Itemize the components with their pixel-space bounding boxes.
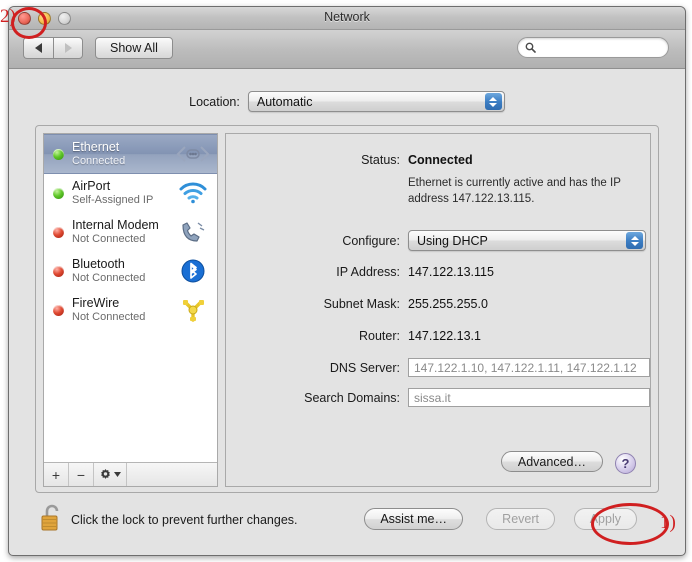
forward-button[interactable] [53, 37, 83, 59]
show-all-button[interactable]: Show All [95, 37, 173, 59]
service-name: Internal Modem [72, 218, 159, 233]
status-dot-red [53, 304, 64, 316]
bottom-bar: Click the lock to prevent further change… [9, 497, 685, 555]
preferences-toolbar: Show All [9, 30, 685, 69]
remove-service-label: − [76, 466, 86, 483]
search-icon [525, 42, 536, 53]
service-row-firewire[interactable]: FireWire Not Connected [44, 291, 217, 330]
status-row: Status: Connected [226, 153, 650, 167]
location-selected-value: Automatic [256, 94, 313, 109]
ip-address-value: 147.122.13.115 [408, 265, 494, 279]
service-detail-panel: Status: Connected Ethernet is currently … [225, 133, 651, 487]
service-state: Not Connected [72, 310, 146, 323]
configure-row: Configure: Using DHCP [226, 230, 650, 251]
assist-me-button[interactable]: Assist me… [364, 508, 463, 530]
service-state: Connected [72, 154, 126, 167]
show-all-label: Show All [110, 41, 158, 55]
lock-hint-text: Click the lock to prevent further change… [71, 513, 298, 527]
router-label: Router: [359, 329, 400, 343]
help-label: ? [621, 456, 630, 471]
status-description: Ethernet is currently active and has the… [408, 177, 621, 205]
configure-stepper-icon [626, 232, 643, 249]
unlocked-padlock-icon[interactable] [39, 503, 65, 538]
advanced-button[interactable]: Advanced… [500, 451, 603, 472]
ip-address-label: IP Address: [336, 265, 400, 279]
service-row-airport[interactable]: AirPort Self-Assigned IP [44, 174, 217, 213]
navigation-buttons [23, 37, 83, 59]
ethernet-icon [175, 144, 211, 164]
dns-server-label: DNS Server: [329, 360, 400, 375]
status-dot-green [53, 148, 64, 160]
modem-icon [175, 220, 211, 244]
location-popup-button[interactable]: Automatic [247, 91, 505, 112]
forward-arrow-icon [64, 43, 72, 53]
location-label: Location: [189, 94, 240, 109]
revert-button[interactable]: Revert [486, 508, 555, 530]
service-row-internal-modem[interactable]: Internal Modem Not Connected [44, 213, 217, 252]
service-name: AirPort [72, 179, 111, 194]
service-row-ethernet[interactable]: Ethernet Connected [44, 134, 217, 174]
add-service-label: + [51, 466, 61, 483]
action-menu-button[interactable] [94, 463, 127, 486]
sidebar-toolbar: + − [44, 462, 217, 486]
search-domains-label: Search Domains: [304, 390, 400, 405]
status-label: Status: [361, 153, 400, 167]
bluetooth-icon [175, 259, 211, 283]
search-domains-input[interactable]: sissa.it [408, 388, 650, 407]
apply-label: Apply [589, 512, 621, 526]
ip-address-row: IP Address: 147.122.13.115 [226, 265, 650, 279]
gear-icon [101, 468, 110, 479]
location-stepper-icon [484, 93, 502, 110]
assist-me-label: Assist me… [380, 512, 447, 526]
dns-server-value: 147.122.1.10, 147.122.1.11, 147.122.1.12 [414, 360, 637, 375]
status-value: Connected [408, 153, 473, 167]
service-state: Not Connected [72, 271, 146, 284]
status-dot-green [53, 187, 64, 199]
search-domains-value: sissa.it [414, 390, 451, 405]
service-name: Bluetooth [72, 257, 125, 272]
subnet-mask-row: Subnet Mask: 255.255.255.0 [226, 297, 650, 311]
add-service-button[interactable]: + [44, 463, 69, 486]
service-state: Self-Assigned IP [72, 193, 154, 206]
sidebar-toolbar-filler [127, 463, 217, 486]
window-titlebar: Network [9, 7, 685, 30]
remove-service-button[interactable]: − [69, 463, 94, 486]
search-input[interactable] [517, 37, 669, 58]
annotation-label-close: 2) [0, 6, 16, 27]
revert-label: Revert [502, 512, 539, 526]
chevron-down-icon [114, 472, 121, 477]
subnet-mask-value: 255.255.255.0 [408, 297, 488, 311]
status-dot-red [53, 265, 64, 277]
advanced-label: Advanced… [517, 454, 586, 469]
service-name: Ethernet [72, 140, 120, 155]
configure-selected-value: Using DHCP [417, 233, 488, 248]
content-box: Ethernet Connected AirPort Self-Assigned… [35, 125, 659, 493]
dns-server-row: DNS Server: 147.122.1.10, 147.122.1.11, … [226, 358, 650, 377]
airport-icon [175, 182, 211, 204]
service-row-bluetooth[interactable]: Bluetooth Not Connected [44, 252, 217, 291]
annotation-label-apply: 1) [660, 512, 676, 533]
network-services-list[interactable]: Ethernet Connected AirPort Self-Assigned… [44, 134, 217, 462]
service-name: FireWire [72, 296, 120, 311]
location-row: Location: Automatic [9, 91, 685, 112]
service-state: Not Connected [72, 232, 146, 245]
back-arrow-icon [35, 43, 42, 53]
search-domains-row: Search Domains: sissa.it [226, 388, 650, 407]
status-dot-red [53, 226, 64, 238]
subnet-mask-label: Subnet Mask: [323, 297, 400, 311]
network-services-sidebar: Ethernet Connected AirPort Self-Assigned… [43, 133, 218, 487]
window-title: Network [324, 10, 370, 24]
status-description-row: Ethernet is currently active and has the… [226, 176, 650, 207]
firewire-icon [175, 298, 211, 322]
apply-button[interactable]: Apply [573, 508, 637, 530]
configure-popup-button[interactable]: Using DHCP [408, 230, 646, 251]
router-value: 147.122.13.1 [408, 329, 481, 343]
dns-server-input[interactable]: 147.122.1.10, 147.122.1.11, 147.122.1.12 [408, 358, 650, 377]
back-button[interactable] [23, 37, 53, 59]
router-row: Router: 147.122.13.1 [226, 329, 650, 343]
network-preferences-window: Network Show All Location: Automatic Eth… [8, 6, 686, 556]
configure-label: Configure: [342, 233, 400, 248]
help-button[interactable]: ? [615, 453, 636, 474]
